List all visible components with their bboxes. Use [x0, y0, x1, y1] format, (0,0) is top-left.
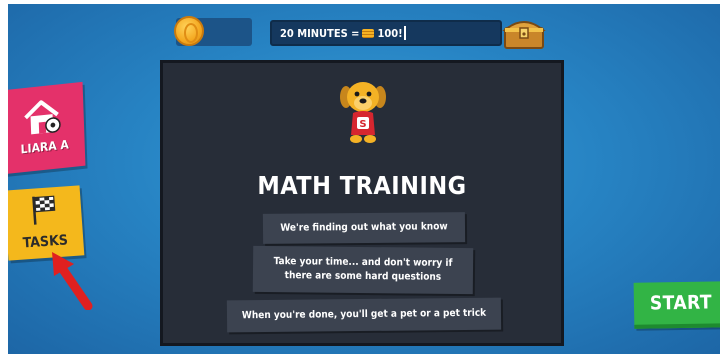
start-button-label: START: [649, 291, 713, 315]
treasure-chest-icon[interactable]: [502, 14, 546, 50]
svg-text:S: S: [359, 119, 366, 130]
checkered-flag-icon: [32, 195, 56, 225]
page-title: MATH TRAINING: [257, 171, 467, 200]
progress-marker: [403, 26, 406, 40]
start-button[interactable]: START: [633, 281, 720, 329]
coin-counter: [174, 16, 252, 46]
reward-progress-bar: 20 MINUTES = 100!: [270, 20, 502, 46]
math-training-panel: S MATH TRAINING We're finding out what y…: [160, 60, 564, 346]
info-message: Take your time... and don't worry if the…: [252, 245, 474, 295]
reward-progress-prefix: 20 MINUTES =: [280, 26, 360, 40]
dog-mascot-icon: S: [340, 82, 386, 143]
reward-progress-text: 20 MINUTES = 100!: [280, 26, 406, 40]
game-screen: 20 MINUTES = 100! LIARA A TASKS S MATH T…: [8, 4, 720, 354]
coins-stack-icon: [362, 28, 375, 38]
home-button[interactable]: LIARA A: [8, 81, 86, 175]
info-message: We're finding out what you know: [262, 212, 466, 244]
reward-progress-suffix: 100!: [377, 26, 403, 40]
coin-icon: [174, 16, 204, 46]
house-icon: [24, 100, 61, 135]
annotation-arrow-icon: [52, 252, 93, 310]
screenshot-frame: 20 MINUTES = 100! LIARA A TASKS S MATH T…: [0, 0, 724, 361]
info-message: When you're done, you'll get a pet or a …: [226, 297, 502, 333]
